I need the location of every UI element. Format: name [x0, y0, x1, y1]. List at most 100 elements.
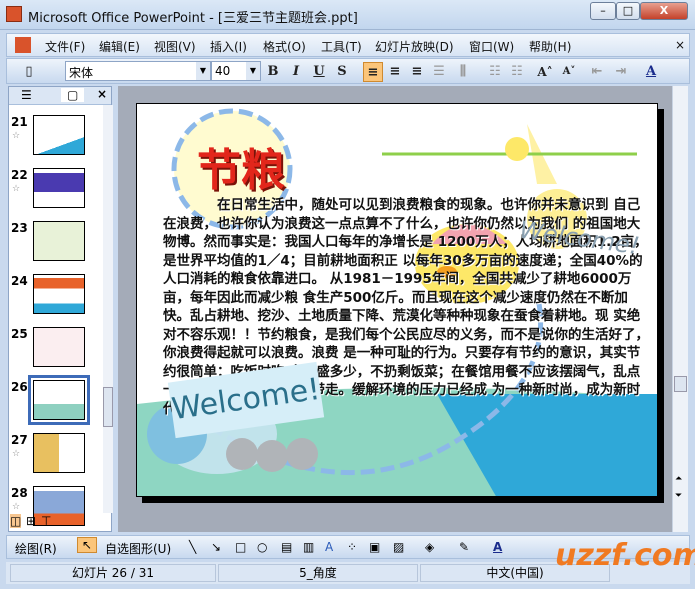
- slide-preview: [28, 375, 90, 425]
- diagram-icon[interactable]: ⁘: [347, 540, 357, 554]
- menu-slideshow[interactable]: 幻灯片放映(D): [375, 38, 454, 55]
- font-color-button[interactable]: A: [641, 62, 661, 82]
- slide-number: 28: [11, 486, 28, 500]
- normal-view-icon[interactable]: ◫: [10, 514, 22, 528]
- small-chick-icon: [505, 137, 529, 161]
- align-center-button[interactable]: ≡: [385, 62, 405, 82]
- rectangle-icon[interactable]: □: [235, 540, 246, 554]
- slide-preview: [33, 168, 85, 208]
- close-panel-icon[interactable]: ×: [97, 87, 107, 101]
- title-bar: Microsoft Office PowerPoint - [三爱三节主题班会.…: [0, 0, 695, 30]
- shadow-button[interactable]: S: [332, 62, 352, 82]
- textbox-icon[interactable]: ▤: [281, 540, 292, 554]
- distribute-icon[interactable]: ☰: [429, 62, 449, 82]
- editor-scrollbar[interactable]: ⏶ ⏷: [672, 86, 688, 532]
- animation-icon: ☆: [12, 502, 21, 512]
- menu-format[interactable]: 格式(O): [263, 38, 306, 55]
- slide-number: 26: [11, 380, 28, 394]
- slide-number: 27: [11, 433, 28, 447]
- new-file-icon[interactable]: ▯: [19, 62, 39, 82]
- align-left-button[interactable]: ≡: [363, 62, 383, 82]
- slide-title[interactable]: 节粮: [197, 134, 285, 198]
- decrease-indent-icon[interactable]: ⇤: [587, 62, 607, 82]
- next-slide-icon[interactable]: ⏷: [675, 491, 682, 501]
- window-title: Microsoft Office PowerPoint - [三爱三节主题班会.…: [28, 11, 358, 26]
- slide-thumbnail[interactable]: 24: [9, 274, 99, 324]
- powerpoint-icon: [6, 6, 22, 22]
- document-icon[interactable]: [15, 37, 31, 53]
- bullets-icon[interactable]: ☷: [507, 62, 527, 82]
- draw-menu[interactable]: 绘图(R): [15, 540, 57, 557]
- close-document-button[interactable]: ×: [675, 38, 685, 52]
- slide-thumbnail[interactable]: 21 ☆: [9, 115, 99, 165]
- slide-number: 21: [11, 115, 28, 129]
- slide-preview: [33, 433, 85, 473]
- formatting-toolbar: ▯ 宋体 ▼ 40 ▼ B I U S ≡ ≡ ≡ ☰ ⫼ ☷ ☷ A˄ A˅ ⇤ …: [6, 58, 690, 84]
- scroll-thumb[interactable]: [674, 376, 687, 392]
- picture-icon[interactable]: ▨: [393, 540, 404, 554]
- decrease-font-button[interactable]: A˅: [559, 62, 579, 82]
- font-select[interactable]: 宋体 ▼: [65, 61, 211, 81]
- slides-tab[interactable]: ▢: [61, 88, 85, 102]
- font-size-select[interactable]: 40 ▼: [211, 61, 261, 81]
- scroll-thumb[interactable]: [103, 387, 113, 427]
- slide-number: 22: [11, 168, 28, 182]
- close-button[interactable]: X: [640, 2, 688, 20]
- increase-indent-icon[interactable]: ⇥: [611, 62, 631, 82]
- autoshapes-menu[interactable]: 自选图形(U): [105, 540, 171, 557]
- fill-color-icon[interactable]: ◈: [425, 540, 434, 554]
- menu-insert[interactable]: 插入(I): [210, 38, 247, 55]
- align-right-button[interactable]: ≡: [407, 62, 427, 82]
- chevron-down-icon[interactable]: ▼: [196, 62, 210, 80]
- slides-panel: ☰ ▢ × 21 ☆ 22 ☆ 23 24 25 26 27 ☆ 28 ☆: [8, 86, 113, 532]
- slide-preview: [33, 115, 85, 155]
- italic-button[interactable]: I: [286, 62, 306, 82]
- arrow-icon[interactable]: ↘: [211, 540, 221, 554]
- view-buttons: ◫ ⊞ ⊤: [8, 514, 112, 532]
- slide-thumbnail-selected[interactable]: 26: [9, 375, 99, 430]
- menu-file[interactable]: 文件(F): [45, 38, 85, 55]
- menu-help[interactable]: 帮助(H): [529, 38, 571, 55]
- font-size-value: 40: [215, 64, 231, 78]
- bold-button[interactable]: B: [263, 62, 283, 82]
- select-pointer-icon[interactable]: ↖: [77, 537, 98, 553]
- slideshow-icon[interactable]: ⊤: [41, 514, 51, 528]
- menu-tools[interactable]: 工具(T): [321, 38, 362, 55]
- slide-thumbnail[interactable]: 22 ☆: [9, 168, 99, 218]
- menu-view[interactable]: 视图(V): [154, 38, 196, 55]
- menu-bar: 文件(F) 编辑(E) 视图(V) 插入(I) 格式(O) 工具(T) 幻灯片放…: [6, 33, 690, 57]
- line-icon[interactable]: ╲: [189, 540, 196, 554]
- numbering-icon[interactable]: ☷: [485, 62, 505, 82]
- slide-sorter-icon[interactable]: ⊞: [26, 514, 36, 528]
- clipart-icon[interactable]: ▣: [369, 540, 380, 554]
- line-color-icon[interactable]: ✎: [459, 540, 469, 554]
- panel-tabs: ☰ ▢ ×: [9, 87, 111, 105]
- menu-window[interactable]: 窗口(W): [469, 38, 514, 55]
- vertical-text-icon[interactable]: ⫼: [453, 62, 473, 82]
- font-color-icon[interactable]: A: [493, 540, 502, 554]
- previous-slide-icon[interactable]: ⏶: [675, 474, 682, 484]
- animation-icon: ☆: [12, 449, 21, 459]
- uzzf-watermark-logo: uzzf.com: [515, 528, 695, 578]
- slide-canvas[interactable]: 节粮 Welcome! 在日常生活中，随处可以见到浪费粮食的现象。也许你并未意识…: [136, 103, 658, 497]
- chevron-down-icon[interactable]: ▼: [246, 62, 260, 80]
- vertical-textbox-icon[interactable]: ▥: [303, 540, 314, 554]
- underline-button[interactable]: U: [309, 62, 329, 82]
- wordart-icon[interactable]: A: [325, 540, 333, 554]
- slide-number: 23: [11, 221, 28, 235]
- animation-icon: ☆: [12, 184, 21, 194]
- slide-thumbnail[interactable]: 23: [9, 221, 99, 271]
- slide-number: 25: [11, 327, 28, 341]
- slide-counter: 幻灯片 26 / 31: [10, 564, 216, 582]
- oval-icon[interactable]: ○: [257, 540, 267, 554]
- increase-font-button[interactable]: A˄: [535, 62, 555, 82]
- watermark-text: uzzf.com: [555, 538, 695, 573]
- slide-thumbnail[interactable]: 25: [9, 327, 99, 377]
- outline-tab[interactable]: ☰: [21, 88, 32, 102]
- panel-scrollbar[interactable]: [103, 105, 113, 513]
- slide-thumbnail[interactable]: 27 ☆: [9, 433, 99, 483]
- menu-edit[interactable]: 编辑(E): [99, 38, 140, 55]
- minimize-button[interactable]: –: [590, 2, 616, 20]
- slide-preview: [33, 327, 85, 367]
- maximize-button[interactable]: □: [616, 2, 640, 20]
